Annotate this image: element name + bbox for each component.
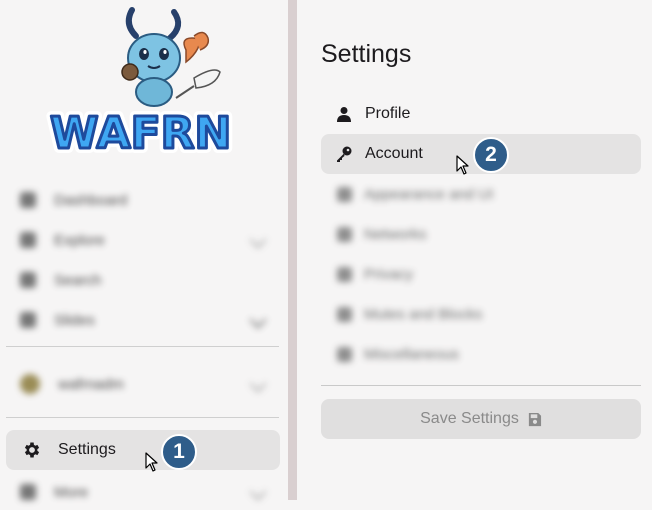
sidebar-item-label: Explore — [54, 231, 105, 249]
sidebar-item-label: Settings — [58, 441, 116, 458]
settings-menu-label: Profile — [365, 105, 411, 122]
chevron-down-icon — [249, 311, 267, 329]
brush-icon — [337, 186, 352, 202]
settings-panel: Settings Profile Account Appearance and … — [297, 0, 652, 500]
settings-menu-label: Mutes and Blocks — [364, 305, 483, 323]
page-title: Settings — [321, 40, 412, 68]
panel-divider — [321, 385, 641, 386]
dots-icon — [337, 346, 352, 362]
block-icon — [337, 306, 352, 322]
wafrn-logo[interactable]: WAFRN WAFRN — [44, 6, 244, 158]
user-icon — [335, 105, 353, 123]
key-icon — [335, 145, 353, 163]
settings-menu-mutes[interactable]: Mutes and Blocks — [321, 294, 641, 334]
search-icon — [20, 272, 36, 288]
sidebar-item-user[interactable]: wafrnadm — [12, 366, 274, 402]
settings-menu-label: Miscellaneous — [364, 345, 460, 363]
step-badge-1: 1 — [161, 434, 197, 470]
sidebar-item-explore[interactable]: Explore — [12, 222, 274, 258]
chevron-down-icon — [249, 375, 267, 393]
settings-menu-profile[interactable]: Profile — [321, 94, 641, 134]
sidebar-item-label: Search — [54, 271, 102, 289]
step-badge-2: 2 — [473, 137, 509, 173]
sidebar-divider — [6, 346, 279, 347]
sidebar-item-label: More — [54, 483, 89, 501]
compass-icon — [20, 232, 36, 248]
save-settings-button[interactable]: Save Settings — [321, 399, 641, 439]
home-icon — [20, 192, 36, 208]
lock-icon — [337, 266, 352, 282]
mouse-cursor-icon — [145, 452, 158, 472]
image-icon — [20, 312, 36, 328]
chevron-down-icon — [249, 231, 267, 249]
sidebar-divider — [6, 417, 279, 418]
save-settings-label: Save Settings — [420, 410, 519, 427]
save-icon — [528, 412, 541, 426]
svg-text:WAFRN: WAFRN — [50, 108, 231, 158]
chevron-down-icon — [249, 483, 267, 501]
settings-menu-networks[interactable]: Networks — [321, 214, 641, 254]
mouse-cursor-icon — [456, 155, 469, 175]
settings-menu-privacy[interactable]: Privacy — [321, 254, 641, 294]
sidebar-item-search[interactable]: Search — [12, 262, 274, 298]
sidebar: WAFRN WAFRN Dashboard Explore Search Sli… — [0, 0, 288, 501]
avatar — [20, 374, 40, 394]
sidebar-item-slides[interactable]: Slides — [12, 302, 274, 338]
settings-menu-label: Privacy — [364, 265, 414, 283]
sidebar-item-more[interactable]: More — [12, 474, 274, 510]
settings-menu-appearance[interactable]: Appearance and UI — [321, 174, 641, 214]
settings-menu-label: Networks — [364, 225, 427, 243]
settings-menu-misc[interactable]: Miscellaneous — [321, 334, 641, 374]
settings-menu-label: Appearance and UI — [364, 185, 494, 203]
sidebar-item-label: Slides — [54, 311, 95, 329]
sidebar-item-dashboard[interactable]: Dashboard — [12, 182, 274, 218]
sidebar-item-label: Dashboard — [54, 191, 128, 209]
sidebar-scrollbar[interactable] — [288, 0, 297, 500]
sidebar-item-settings[interactable]: Settings — [6, 430, 280, 470]
network-icon — [337, 226, 352, 242]
gear-icon — [24, 442, 40, 458]
settings-menu-label: Account — [365, 145, 423, 162]
sidebar-item-label: wafrnadm — [58, 375, 124, 393]
menu-icon — [20, 484, 36, 500]
